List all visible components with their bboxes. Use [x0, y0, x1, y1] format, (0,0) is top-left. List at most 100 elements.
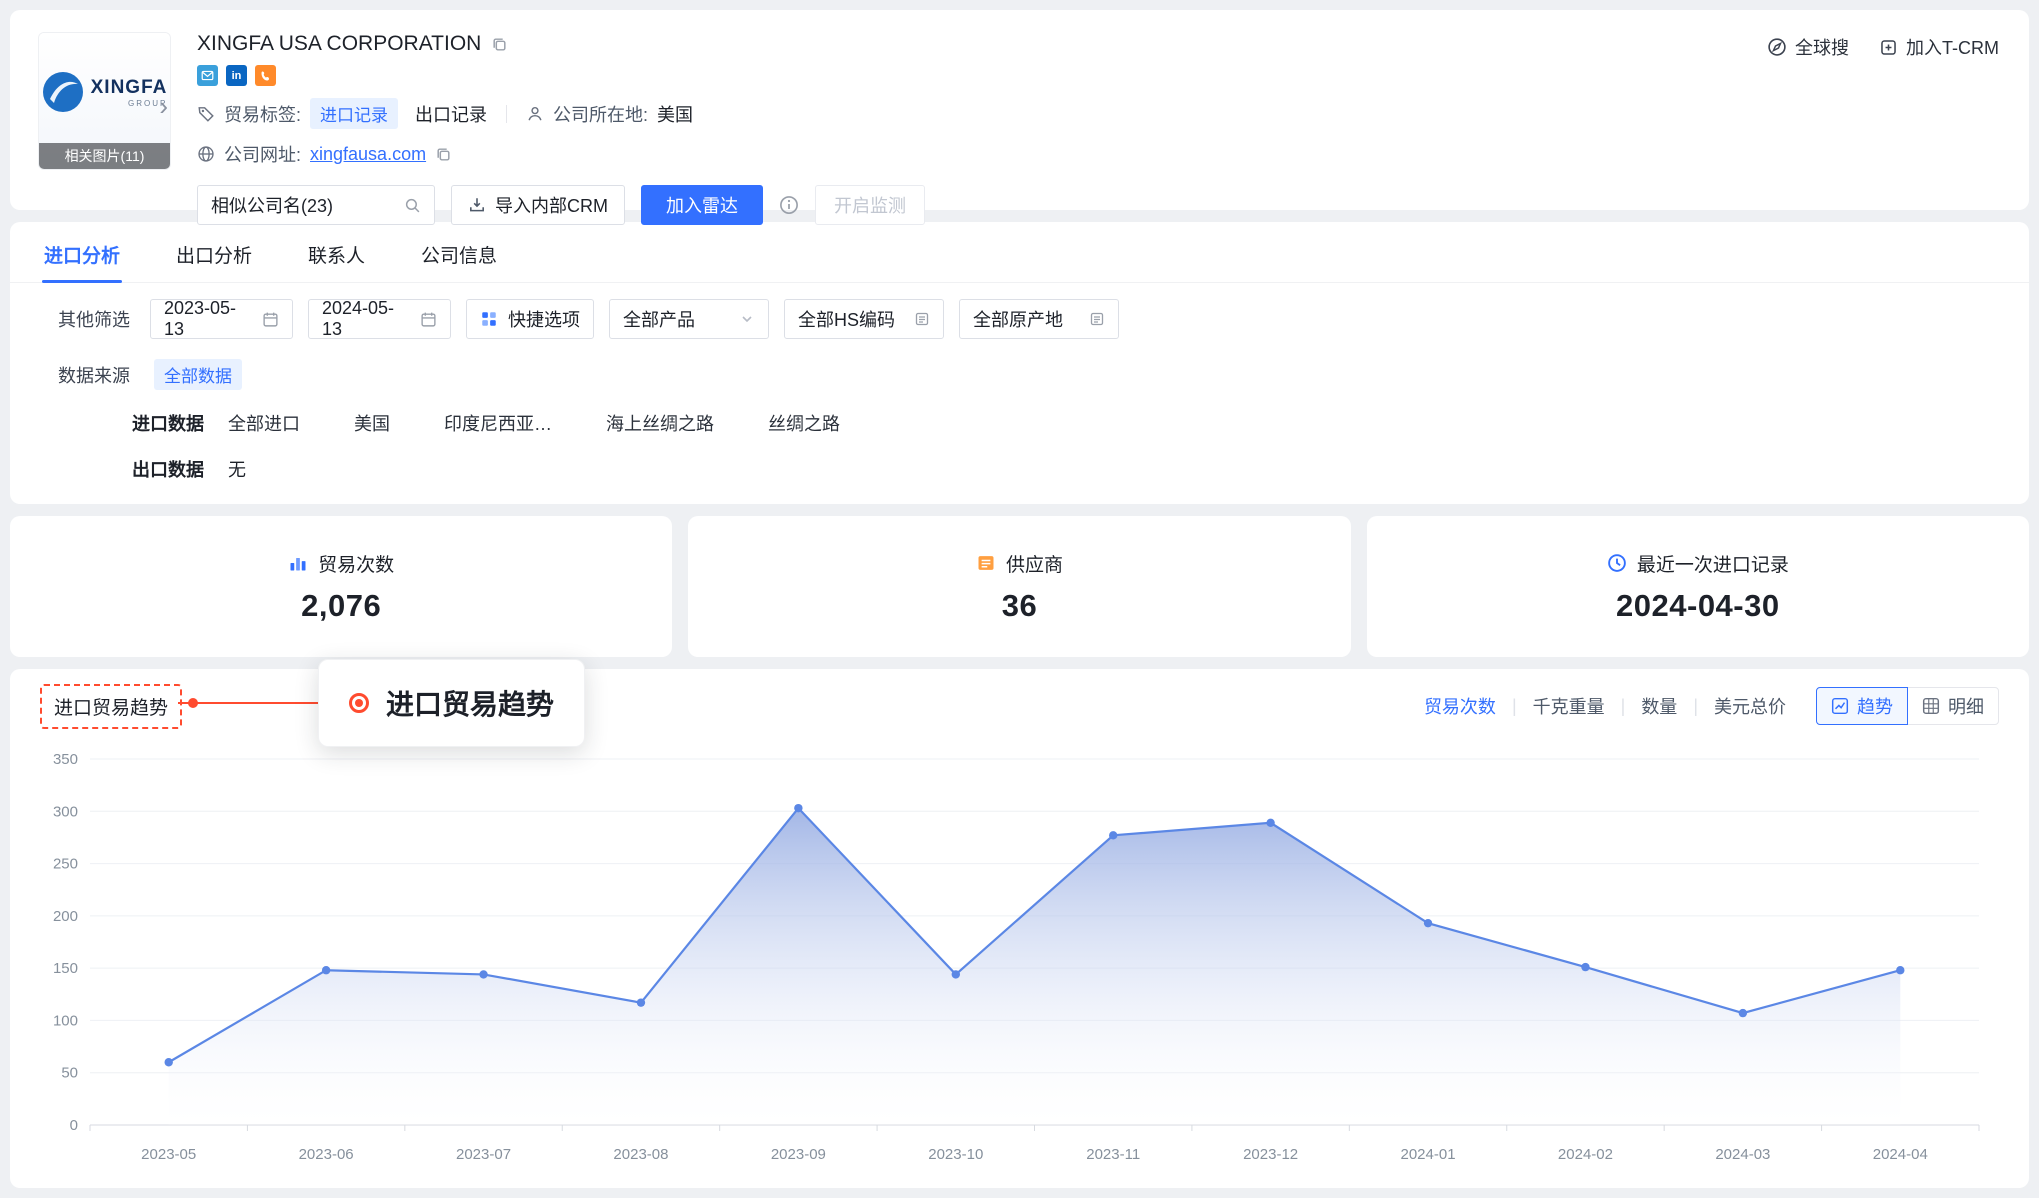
- company-website-link[interactable]: xingfausa.com: [310, 144, 426, 165]
- trend-view-label: 趋势: [1857, 693, 1893, 719]
- social-email-icon[interactable]: [197, 65, 218, 86]
- detail-view-button[interactable]: 明细: [1907, 687, 1999, 725]
- target-dot-icon: [349, 693, 369, 713]
- product-select[interactable]: 全部产品: [609, 299, 769, 339]
- tab-company-info[interactable]: 公司信息: [419, 222, 499, 282]
- similar-companies-button[interactable]: 相似公司名(23): [197, 185, 435, 225]
- company-logo: XINGFA GROUP 相关图片(11) ›: [38, 32, 171, 170]
- annotation-connector-dot: [188, 698, 198, 708]
- date-to-input[interactable]: 2024-05-13: [308, 299, 451, 339]
- add-radar-button[interactable]: 加入雷达: [641, 185, 763, 225]
- divider: [506, 105, 507, 123]
- stat-card-trade-count: 贸易次数 2,076: [10, 516, 672, 657]
- bar-chart-icon: [288, 553, 308, 573]
- similar-search-icon: [404, 197, 421, 214]
- social-phone-icon[interactable]: [255, 65, 276, 86]
- import-records-tag[interactable]: 进口记录: [310, 98, 398, 129]
- import-data-item: 海上丝绸之路: [606, 410, 714, 436]
- export-data-value: 无: [228, 456, 246, 482]
- social-linkedin-icon[interactable]: in: [226, 65, 247, 86]
- global-search-link[interactable]: 全球搜: [1767, 34, 1849, 60]
- metric-trade-count[interactable]: 贸易次数: [1424, 693, 1496, 719]
- quick-options-button[interactable]: 快捷选项: [466, 299, 594, 339]
- copy-company-name-icon[interactable]: [491, 36, 508, 53]
- metric-quantity[interactable]: 数量: [1641, 693, 1677, 719]
- stat-cards: 贸易次数 2,076 供应商 36 最近一次进口记录 2024-04-30: [10, 516, 2029, 657]
- hs-code-select-value: 全部HS编码: [798, 306, 895, 332]
- chart-controls: 贸易次数 | 千克重量 | 数量 | 美元总价 趋势: [1424, 687, 1999, 725]
- header-topright: 全球搜 加入T-CRM: [1767, 34, 1999, 60]
- svg-text:150: 150: [53, 960, 78, 977]
- add-tcrm-icon: [1879, 38, 1898, 57]
- stat-value-trade-count: 2,076: [301, 588, 381, 624]
- tab-contacts[interactable]: 联系人: [306, 222, 367, 282]
- svg-text:2023-08: 2023-08: [613, 1146, 668, 1163]
- xingfa-emblem-icon: [42, 71, 84, 113]
- import-trend-section-title: 进口贸易趋势: [40, 684, 182, 729]
- divider: |: [1512, 696, 1517, 717]
- trend-view-button[interactable]: 趋势: [1816, 687, 1908, 725]
- related-images-label: 相关图片(11): [39, 143, 170, 169]
- import-crm-button[interactable]: 导入内部CRM: [451, 185, 625, 225]
- svg-text:300: 300: [53, 803, 78, 820]
- logo-text: XINGFA: [91, 77, 168, 99]
- metric-kg-weight[interactable]: 千克重量: [1533, 693, 1605, 719]
- svg-text:2024-01: 2024-01: [1401, 1146, 1456, 1163]
- person-icon: [526, 105, 544, 123]
- svg-text:350: 350: [53, 751, 78, 768]
- view-toggle: 趋势 明细: [1816, 687, 1999, 725]
- copy-website-icon[interactable]: [435, 146, 452, 163]
- svg-text:2023-05: 2023-05: [141, 1146, 196, 1163]
- calendar-icon: [262, 311, 279, 328]
- export-data-label: 出口数据: [132, 456, 204, 482]
- global-search-icon: [1767, 37, 1787, 57]
- trend-chart-icon: [1831, 697, 1849, 715]
- svg-text:2023-12: 2023-12: [1243, 1146, 1298, 1163]
- svg-text:2023-11: 2023-11: [1086, 1146, 1140, 1163]
- import-data-item: 全部进口: [228, 410, 300, 436]
- origin-select[interactable]: 全部原产地: [959, 299, 1119, 339]
- next-image-arrow[interactable]: ›: [159, 93, 168, 119]
- callout-title: 进口贸易趋势: [386, 683, 554, 723]
- datasource-all-tag[interactable]: 全部数据: [154, 359, 242, 390]
- page: XINGFA GROUP 相关图片(11) › XINGFA USA CORPO…: [0, 0, 2039, 1198]
- svg-text:2024-03: 2024-03: [1715, 1146, 1770, 1163]
- detail-view-label: 明细: [1948, 693, 1984, 719]
- calendar-icon: [420, 311, 437, 328]
- website-label: 公司网址:: [224, 141, 301, 167]
- panel-icon: [1089, 311, 1105, 327]
- detail-grid-icon: [1922, 697, 1940, 715]
- tab-export-analysis[interactable]: 出口分析: [174, 222, 254, 282]
- date-to-value: 2024-05-13: [322, 298, 410, 340]
- import-crm-label: 导入内部CRM: [495, 192, 608, 218]
- svg-text:0: 0: [70, 1117, 78, 1134]
- stat-label: 贸易次数: [318, 550, 394, 577]
- svg-text:100: 100: [53, 1012, 78, 1029]
- panel-icon: [914, 311, 930, 327]
- quick-options-icon: [480, 310, 498, 328]
- import-data-label: 进口数据: [132, 410, 204, 436]
- info-icon[interactable]: [779, 195, 799, 215]
- analysis-card: 进口分析 出口分析 联系人 公司信息 其他筛选 2023-05-13 2024-…: [10, 222, 2029, 504]
- hs-code-select[interactable]: 全部HS编码: [784, 299, 944, 339]
- start-monitoring-button[interactable]: 开启监测: [815, 185, 925, 225]
- add-tcrm-link[interactable]: 加入T-CRM: [1879, 34, 1999, 60]
- svg-text:250: 250: [53, 856, 78, 873]
- origin-select-value: 全部原产地: [973, 306, 1063, 332]
- stat-label: 供应商: [1006, 550, 1063, 577]
- stat-card-last-import: 最近一次进口记录 2024-04-30: [1367, 516, 2029, 657]
- date-from-input[interactable]: 2023-05-13: [150, 299, 293, 339]
- globe-icon: [197, 145, 215, 163]
- other-filters-label: 其他筛选: [58, 306, 130, 332]
- import-trend-callout: 进口贸易趋势: [318, 659, 585, 747]
- metric-usd-total[interactable]: 美元总价: [1714, 693, 1786, 719]
- stat-value-last-import: 2024-04-30: [1616, 588, 1780, 624]
- company-location: 美国: [657, 101, 693, 127]
- datasource-block: 数据来源 全部数据 进口数据 全部进口 美国 印度尼西亚… 海上丝绸之路 丝绸之…: [10, 359, 2029, 482]
- export-records-tag[interactable]: 出口记录: [415, 101, 487, 127]
- tab-import-analysis[interactable]: 进口分析: [42, 222, 122, 282]
- tag-icon: [197, 105, 215, 123]
- svg-text:50: 50: [61, 1065, 78, 1082]
- company-header-card: XINGFA GROUP 相关图片(11) › XINGFA USA CORPO…: [10, 10, 2029, 210]
- import-trend-chart[interactable]: 0501001502002503003502023-052023-062023-…: [40, 743, 1999, 1173]
